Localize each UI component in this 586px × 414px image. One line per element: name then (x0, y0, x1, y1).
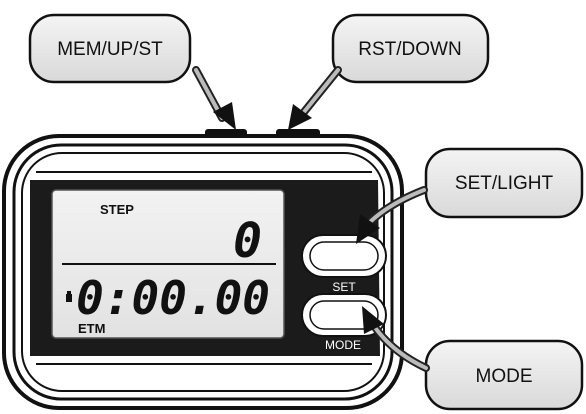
etm-label: ETM (78, 321, 105, 336)
lcd-screen: STEP 0 0:00.00 ETM (51, 189, 285, 339)
callout-set-light: SET/LIGHT (424, 147, 584, 219)
callout-mem-up-st: MEM/UP/ST (28, 13, 192, 84)
arrow-rst-down (288, 66, 342, 130)
set-button-label: SET (332, 280, 356, 294)
set-button[interactable] (301, 234, 387, 278)
step-label: STEP (100, 202, 134, 217)
elapsed-time-value: 0:00.00 (76, 271, 270, 325)
callout-rst-down: RST/DOWN (331, 13, 490, 84)
callout-rst-down-text: RST/DOWN (358, 39, 461, 60)
callout-mem-up-st-text: MEM/UP/ST (57, 39, 163, 60)
pedometer-diagram: STEP 0 0:00.00 ETM SET MODE MEM/UP/ST RS… (0, 0, 586, 414)
callout-mode-text: MODE (476, 366, 533, 387)
step-count-value: 0 (233, 213, 262, 269)
mode-button-label: MODE (325, 338, 361, 352)
arrow-mem-up-st (192, 66, 236, 130)
callout-mode: MODE (424, 339, 584, 411)
callout-set-light-text: SET/LIGHT (455, 173, 554, 194)
